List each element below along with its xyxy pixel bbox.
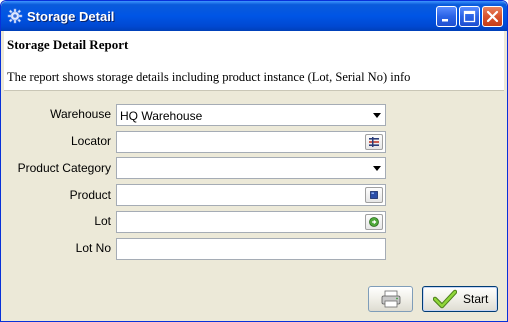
print-button[interactable]	[368, 286, 413, 312]
product-category-select[interactable]	[116, 157, 386, 179]
product-icon	[370, 191, 378, 199]
gear-icon	[7, 8, 23, 24]
report-title: Storage Detail Report	[7, 37, 129, 52]
close-button[interactable]	[482, 6, 503, 27]
lot-label: Lot	[94, 214, 111, 228]
product-search-button[interactable]	[365, 187, 383, 203]
lot-search-button[interactable]	[365, 214, 383, 230]
print-icon	[381, 290, 401, 308]
storage-detail-window: Storage Detail Storage Detail Report The…	[0, 0, 508, 322]
chevron-down-icon[interactable]	[373, 113, 381, 118]
warehouse-label: Warehouse	[50, 107, 111, 121]
maximize-icon	[463, 10, 476, 23]
locator-label: Locator	[70, 134, 111, 148]
locator-field[interactable]	[116, 131, 386, 153]
product-field[interactable]	[116, 184, 386, 206]
chevron-down-icon[interactable]	[373, 166, 381, 171]
warehouse-select[interactable]: HQ Warehouse	[116, 104, 386, 126]
lot-icon	[369, 217, 379, 227]
report-description: The report shows storage details includi…	[7, 70, 411, 84]
window-title: Storage Detail	[27, 9, 115, 24]
product-category-label: Product Category	[17, 161, 111, 175]
lot-no-input[interactable]	[116, 238, 386, 260]
close-icon	[486, 10, 499, 23]
start-button[interactable]: Start	[422, 286, 498, 312]
minimize-button[interactable]	[436, 6, 457, 27]
locator-search-button[interactable]	[365, 134, 383, 150]
title-bar[interactable]: Storage Detail	[1, 1, 507, 31]
locator-icon	[369, 137, 379, 147]
minimize-icon	[442, 19, 448, 22]
start-label: Start	[463, 292, 489, 306]
product-label: Product	[69, 188, 111, 202]
report-header: Storage Detail Report The report shows s…	[4, 31, 504, 91]
warehouse-value: HQ Warehouse	[120, 109, 203, 123]
lot-no-label: Lot No	[75, 241, 111, 255]
maximize-button[interactable]	[459, 6, 480, 27]
checkmark-icon	[433, 289, 457, 309]
lot-field[interactable]	[116, 211, 386, 233]
